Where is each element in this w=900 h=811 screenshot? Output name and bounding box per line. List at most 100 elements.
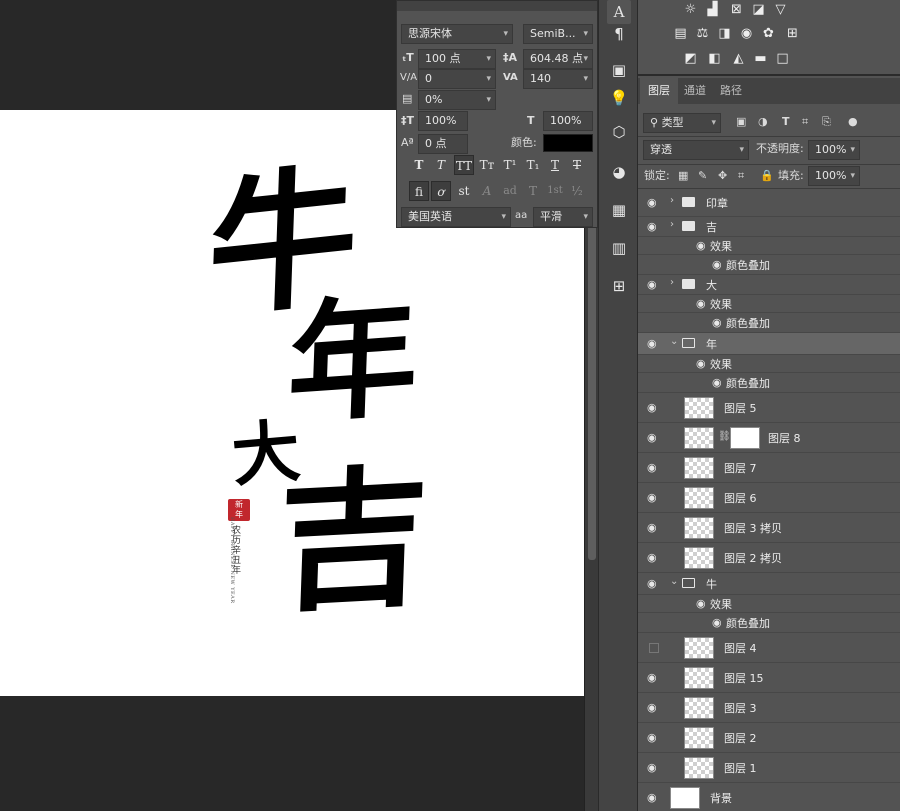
visibility-eye-icon[interactable]: ◉ xyxy=(696,297,706,310)
font-size-field[interactable]: 100 点 ▾ xyxy=(418,49,496,69)
layer-effects-row[interactable]: ◉ 效果 xyxy=(638,295,900,313)
visibility-eye-icon[interactable]: ◉ xyxy=(647,196,657,209)
color-lookup-icon[interactable]: ⊞ xyxy=(784,26,801,41)
threshold-icon[interactable]: ◭ xyxy=(730,51,747,66)
filter-adjustment-icon[interactable]: ◑ xyxy=(758,112,768,132)
exposure-icon[interactable]: ◪ xyxy=(750,2,767,17)
lock-image-icon[interactable]: ✎ xyxy=(698,166,707,186)
3d-panel-icon[interactable]: ⬡ xyxy=(607,120,631,144)
selective-color-icon[interactable]: □ xyxy=(774,51,791,66)
faux-bold-button[interactable]: T xyxy=(409,155,429,175)
layer-row[interactable]: ◉ 图层 2 拷贝 xyxy=(638,543,900,573)
layer-group-row[interactable]: ◉ › 印章 xyxy=(638,189,900,217)
font-style-select[interactable]: SemiB... ▾ xyxy=(523,24,593,44)
layer-row[interactable]: ◉ ⛓ 图层 8 xyxy=(638,423,900,453)
lock-position-icon[interactable]: ✥ xyxy=(718,166,727,186)
visibility-eye-icon[interactable]: ◉ xyxy=(712,316,722,329)
visibility-eye-icon[interactable]: ◉ xyxy=(647,791,657,804)
antialias-select[interactable]: 平滑 ▾ xyxy=(533,207,593,227)
visibility-eye-icon[interactable]: ◉ xyxy=(647,491,657,504)
link-icon[interactable]: ⛓ xyxy=(718,431,731,442)
lock-transparency-icon[interactable]: ▦ xyxy=(678,166,688,186)
visibility-toggle-off[interactable] xyxy=(649,643,659,653)
filter-type-icon[interactable]: T xyxy=(782,112,790,132)
filter-toggle-icon[interactable]: ● xyxy=(848,112,858,132)
visibility-eye-icon[interactable]: ◉ xyxy=(647,671,657,684)
layer-effects-row[interactable]: ◉ 效果 xyxy=(638,355,900,373)
horizontal-scale-field[interactable]: 100% xyxy=(543,111,593,131)
font-family-select[interactable]: 思源宋体 ▾ xyxy=(401,24,513,44)
fractions-button[interactable]: ½ xyxy=(567,181,587,201)
brightness-icon[interactable]: ☼ xyxy=(682,2,699,17)
small-caps-button[interactable]: Tт xyxy=(477,155,497,175)
hue-saturation-icon[interactable]: ▤ xyxy=(672,26,689,41)
visibility-eye-icon[interactable]: ◉ xyxy=(647,701,657,714)
layer-group-row[interactable]: ◉ › 吉 xyxy=(638,217,900,237)
layer-effect-row[interactable]: ◉ 颜色叠加 xyxy=(638,313,900,333)
visibility-eye-icon[interactable]: ◉ xyxy=(647,431,657,444)
layer-group-row[interactable]: ◉ ⌄ 牛 xyxy=(638,573,900,595)
kerning-field[interactable]: 0 ▾ xyxy=(418,69,496,89)
ordinals-button[interactable]: 1st xyxy=(545,181,565,201)
channel-mixer-icon[interactable]: ✿ xyxy=(760,26,777,41)
ligatures-button[interactable]: fi xyxy=(409,181,429,201)
layer-row[interactable]: ◉ 图层 7 xyxy=(638,453,900,483)
gradients-panel-icon[interactable]: ▥ xyxy=(607,236,631,260)
chevron-down-icon[interactable]: ⌄ xyxy=(670,336,678,347)
visibility-eye-icon[interactable]: ◉ xyxy=(647,278,657,291)
gradient-map-icon[interactable]: ▬ xyxy=(752,51,769,66)
swash-button[interactable]: A xyxy=(477,181,497,201)
titling-button[interactable]: T xyxy=(523,181,543,201)
layer-row[interactable]: ◉ 图层 2 xyxy=(638,723,900,753)
visibility-eye-icon[interactable]: ◉ xyxy=(647,220,657,233)
black-white-icon[interactable]: ◨ xyxy=(716,26,733,41)
lock-artboard-icon[interactable]: ⌗ xyxy=(738,166,744,186)
swatches-panel-icon[interactable]: ▦ xyxy=(607,198,631,222)
visibility-eye-icon[interactable]: ◉ xyxy=(647,761,657,774)
old-style-button[interactable]: ơ xyxy=(431,181,451,201)
visibility-eye-icon[interactable]: ◉ xyxy=(647,731,657,744)
lock-all-icon[interactable]: 🔒 xyxy=(760,166,774,186)
discretionary-ligatures-button[interactable]: st xyxy=(454,181,474,201)
layer-row[interactable]: ◉ 图层 5 xyxy=(638,393,900,423)
faux-italic-button[interactable]: T xyxy=(431,155,451,175)
visibility-eye-icon[interactable]: ◉ xyxy=(712,258,722,271)
filter-smart-object-icon[interactable]: ⎘ xyxy=(822,112,831,132)
learn-panel-icon[interactable]: 💡 xyxy=(607,86,631,110)
character-panel-header[interactable] xyxy=(397,1,597,11)
visibility-eye-icon[interactable]: ◉ xyxy=(647,337,657,350)
layer-filter-select[interactable]: ⚲ 类型 ▾ xyxy=(643,113,721,133)
invert-icon[interactable]: ◩ xyxy=(682,51,699,66)
text-color-swatch[interactable] xyxy=(543,134,593,152)
visibility-eye-icon[interactable]: ◉ xyxy=(647,551,657,564)
tracking-field[interactable]: 140 ▾ xyxy=(523,69,593,89)
visibility-eye-icon[interactable]: ◉ xyxy=(696,357,706,370)
layer-row[interactable]: ◉ 图层 3 xyxy=(638,693,900,723)
layer-effect-row[interactable]: ◉ 颜色叠加 xyxy=(638,613,900,633)
layer-row[interactable]: ◉ 图层 15 xyxy=(638,663,900,693)
opacity-field[interactable]: 100% ▾ xyxy=(808,140,860,160)
layer-row[interactable]: ◉ 图层 6 xyxy=(638,483,900,513)
curves-icon[interactable]: ⊠ xyxy=(728,2,745,17)
visibility-eye-icon[interactable]: ◉ xyxy=(696,239,706,252)
layer-effect-row[interactable]: ◉ 颜色叠加 xyxy=(638,255,900,275)
blend-mode-select[interactable]: 穿透 ▾ xyxy=(643,140,749,160)
leading-field[interactable]: 604.48 点 ▾ xyxy=(523,49,593,69)
visibility-eye-icon[interactable]: ◉ xyxy=(712,376,722,389)
visibility-eye-icon[interactable]: ◉ xyxy=(647,521,657,534)
color-panel-icon[interactable]: ◕ xyxy=(607,160,631,184)
visibility-eye-icon[interactable]: ◉ xyxy=(647,577,657,590)
visibility-eye-icon[interactable]: ◉ xyxy=(647,461,657,474)
patterns-panel-icon[interactable]: ⊞ xyxy=(607,274,631,298)
chevron-down-icon[interactable]: ⌄ xyxy=(670,576,678,587)
character-panel-icon[interactable]: A xyxy=(607,0,631,24)
filter-pixel-icon[interactable]: ▣ xyxy=(736,112,746,132)
photo-filter-icon[interactable]: ◉ xyxy=(738,26,755,41)
chevron-right-icon[interactable]: › xyxy=(670,195,674,206)
visibility-eye-icon[interactable]: ◉ xyxy=(647,401,657,414)
layer-group-row[interactable]: ◉ ⌄ 年 xyxy=(638,333,900,355)
strikethrough-button[interactable]: T xyxy=(567,155,587,175)
vertical-scale-field[interactable]: 100% xyxy=(418,111,468,131)
layer-row[interactable]: ◉ 图层 1 xyxy=(638,753,900,783)
vibrance-icon[interactable]: ▽ xyxy=(772,2,789,17)
